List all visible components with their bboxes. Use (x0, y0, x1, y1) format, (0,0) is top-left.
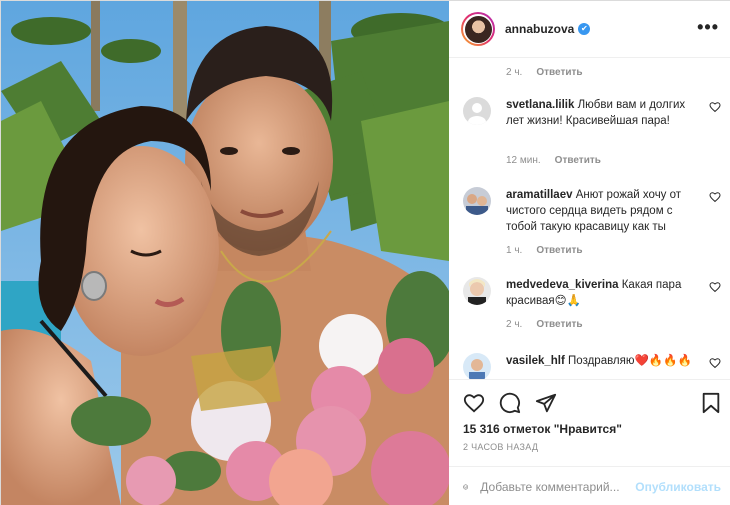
comment-like-icon[interactable] (709, 101, 721, 113)
comment-meta: 2 ч. Ответить (506, 319, 583, 330)
comment-icon[interactable] (499, 392, 521, 414)
commenter-username[interactable]: svetlana.lilik (506, 99, 574, 111)
comment-input[interactable] (480, 479, 636, 494)
comment-time: 2 ч. (506, 319, 523, 330)
publish-button[interactable]: Опубликовать (635, 480, 721, 494)
bookmark-icon (702, 392, 720, 414)
post-timestamp[interactable]: 2 ЧАСОВ НАЗАД (463, 442, 538, 452)
comment-like-icon[interactable] (709, 191, 721, 203)
instagram-post: annabuzova ✔ ••• 2 ч. Ответить svetlana.… (0, 0, 730, 505)
comment-body: aramatillaev Анют рожай хочу от чистого … (506, 187, 698, 235)
comment-item: aramatillaev Анют рожай хочу от чистого … (463, 187, 725, 267)
commenter-avatar[interactable] (463, 97, 491, 125)
author-username[interactable]: annabuzova (505, 22, 574, 36)
avatar-image (464, 15, 492, 43)
commenter-avatar[interactable] (463, 187, 491, 215)
commenter-avatar[interactable] (463, 277, 491, 305)
couple-photo-illustration (1, 1, 449, 505)
emoji-icon[interactable] (463, 476, 469, 498)
post-header: annabuzova ✔ ••• (449, 1, 730, 58)
commenter-username[interactable]: medvedeva_kiverina (506, 279, 619, 291)
comment-reply-link[interactable]: Ответить (555, 155, 601, 166)
comment-meta: 12 мин. Ответить (506, 155, 601, 166)
comment-body: svetlana.lilik Любви вам и долгих лет жи… (506, 97, 698, 129)
commenter-username[interactable]: vasilek_hlf (506, 355, 565, 367)
commenter-username[interactable]: aramatillaev (506, 189, 573, 201)
post-photo[interactable] (1, 1, 449, 505)
comment-reply-link[interactable]: Ответить (536, 319, 582, 330)
comment-reply-link[interactable]: Ответить (536, 245, 582, 256)
comment-item: vasilek_hlf Поздравляю❤️🔥🔥🔥 (463, 353, 725, 379)
save-button[interactable] (701, 392, 721, 414)
caption-reply-link[interactable]: Ответить (536, 67, 582, 78)
comment-body: vasilek_hlf Поздравляю❤️🔥🔥🔥 (506, 353, 698, 369)
caption-time: 2 ч. (506, 67, 523, 78)
comment-like-icon[interactable] (709, 357, 721, 369)
heart-icon[interactable] (463, 392, 485, 414)
caption-meta: 2 ч. Ответить (506, 67, 583, 78)
comment-like-icon[interactable] (709, 281, 721, 293)
comment-time: 1 ч. (506, 245, 523, 256)
more-options-icon[interactable]: ••• (697, 17, 719, 38)
share-icon[interactable] (535, 392, 557, 414)
comment-time: 12 мин. (506, 155, 541, 166)
author-avatar[interactable] (461, 12, 495, 46)
action-icons (463, 392, 557, 414)
post-side-panel: annabuzova ✔ ••• 2 ч. Ответить svetlana.… (449, 1, 730, 505)
comment-item: medvedeva_kiverina Какая пара красивая😊🙏… (463, 277, 725, 337)
verified-badge-icon: ✔ (578, 23, 591, 35)
add-comment-bar: Опубликовать (449, 466, 730, 505)
comment-meta: 1 ч. Ответить (506, 245, 583, 256)
comment-text: Поздравляю❤️🔥🔥🔥 (568, 355, 692, 367)
comment-body: medvedeva_kiverina Какая пара красивая😊🙏 (506, 277, 698, 309)
comments-list[interactable]: 2 ч. Ответить svetlana.lilik Любви вам и… (449, 59, 730, 379)
likes-count[interactable]: 15 316 отметок "Нравится" (463, 422, 622, 436)
comment-item: svetlana.lilik Любви вам и долгих лет жи… (463, 97, 725, 177)
commenter-avatar[interactable] (463, 353, 491, 379)
avatar-inner (463, 14, 493, 44)
